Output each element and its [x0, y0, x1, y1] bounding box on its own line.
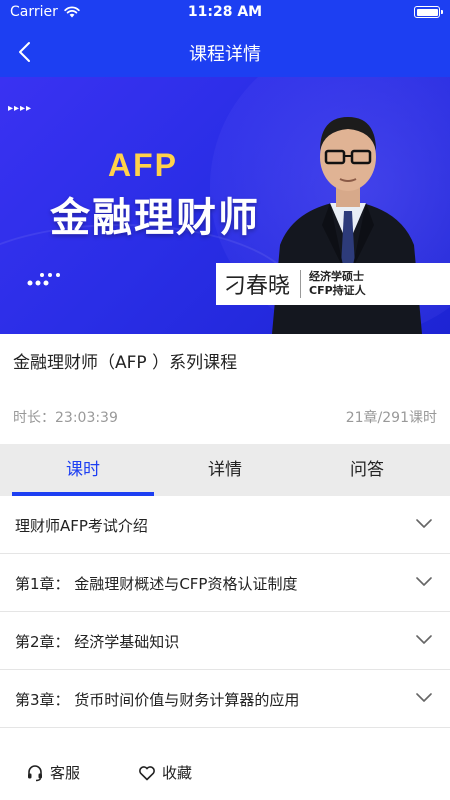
teacher-credentials: 经济学硕士 CFP持证人: [301, 270, 366, 298]
banner-subject: AFP: [108, 147, 178, 183]
status-time: 11:28 AM: [187, 4, 263, 20]
header: Carrier 11:28 AM 课程详情: [0, 0, 450, 77]
course-duration: 时长：23:03:39: [13, 410, 118, 426]
chapter-label: 理财师AFP考试介绍: [15, 517, 148, 535]
chevron-down-icon: [416, 693, 432, 702]
banner-title: 金融理财师: [50, 195, 260, 241]
teacher-credential: CFP持证人: [309, 284, 366, 297]
teacher-name-card: 刁春晓 经济学硕士 CFP持证人: [216, 263, 450, 305]
status-bar: Carrier 11:28 AM: [0, 0, 450, 24]
course-banner: ▸▸▸▸ AFP 金融理财师 刁春晓 经济学硕士 CFP持证人: [0, 77, 450, 334]
chevron-down-icon: [416, 577, 432, 586]
customer-service-label: 客服: [50, 764, 81, 782]
play-arrows-icon: ▸▸▸▸: [8, 103, 33, 114]
chapter-label: 第1章： 金融理财概述与CFP资格认证制度: [15, 575, 298, 593]
chapter-row[interactable]: 第2章： 经济学基础知识: [0, 612, 450, 670]
chapter-row[interactable]: 理财师AFP考试介绍: [0, 496, 450, 554]
chapter-list: 理财师AFP考试介绍 第1章： 金融理财概述与CFP资格认证制度 第2章： 经济…: [0, 496, 450, 728]
heart-icon: [139, 765, 155, 780]
battery-icon: [414, 6, 443, 18]
tab-qa[interactable]: 问答: [292, 444, 442, 496]
tab-bar: 课时 详情 问答: [0, 444, 450, 496]
customer-service-button[interactable]: 客服: [26, 762, 80, 783]
bottom-bar: 客服 收藏: [0, 748, 450, 800]
chevron-down-icon: [416, 519, 432, 528]
teacher-credential: 经济学硕士: [309, 270, 365, 283]
page-title: 课程详情: [189, 44, 261, 65]
chevron-down-icon: [416, 635, 432, 644]
chapter-label: 第2章： 经济学基础知识: [15, 633, 180, 651]
chapter-label: 第3章： 货币时间价值与财务计算器的应用: [15, 691, 300, 709]
favorite-button[interactable]: 收藏: [138, 762, 192, 783]
nav-bar: 课程详情: [0, 30, 450, 74]
headset-icon: [28, 764, 42, 781]
tab-lessons[interactable]: 课时: [8, 444, 158, 496]
tab-details[interactable]: 详情: [150, 444, 300, 496]
course-title: 金融理财师（AFP ）系列课程: [13, 353, 238, 373]
teacher-name: 刁春晓: [224, 274, 291, 299]
chapter-row[interactable]: 第3章： 货币时间价值与财务计算器的应用: [0, 670, 450, 728]
dots-icon: [27, 273, 60, 286]
favorite-label: 收藏: [162, 764, 193, 782]
course-lesson-count: 21章/291课时: [345, 410, 437, 426]
chapter-row[interactable]: 第1章： 金融理财概述与CFP资格认证制度: [0, 554, 450, 612]
